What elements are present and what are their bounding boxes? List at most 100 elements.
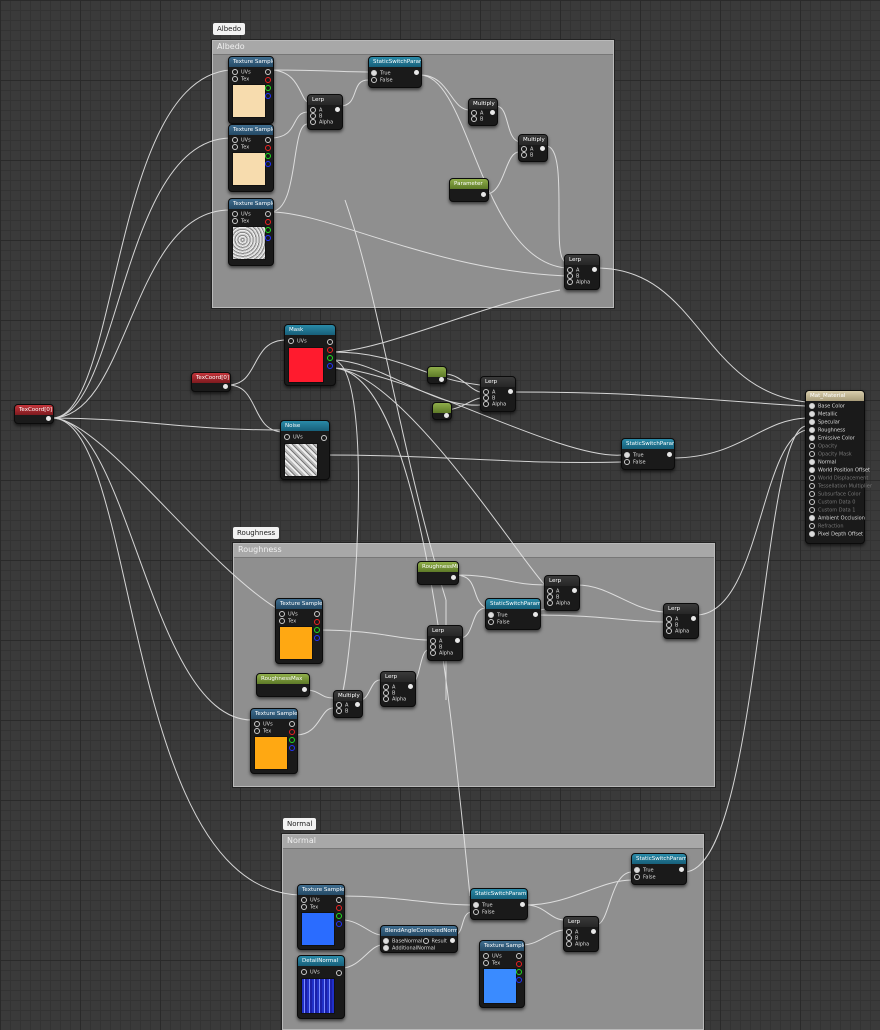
false-pin[interactable]: False xyxy=(634,874,656,881)
texcoord-output-pin[interactable] xyxy=(223,384,228,389)
alpha-pin[interactable]: Alpha xyxy=(567,279,590,286)
material-input-pin[interactable]: Opacity xyxy=(809,443,837,450)
material-input-pin[interactable]: Specular xyxy=(809,419,840,426)
rgb-output-pin[interactable] xyxy=(265,69,271,75)
tex-pin[interactable]: Tex xyxy=(279,618,296,625)
param-node-small-1[interactable] xyxy=(427,366,447,384)
albedo-static-switch-node[interactable]: StaticSwitchParam True False xyxy=(368,56,422,88)
rgb-output-pin[interactable] xyxy=(314,611,320,617)
normal-static-switch-node-1[interactable]: StaticSwitchParam True False xyxy=(470,888,528,920)
true-pin[interactable]: True xyxy=(488,612,508,619)
true-pin[interactable]: True xyxy=(624,452,644,459)
red-output-pin[interactable] xyxy=(265,219,271,225)
green-output-pin[interactable] xyxy=(336,913,342,919)
tex-pin[interactable]: Tex xyxy=(483,960,500,967)
red-output-pin[interactable] xyxy=(336,905,342,911)
roughness-lerp-node-3[interactable]: Lerp A B Alpha xyxy=(380,671,416,707)
true-pin[interactable]: True xyxy=(473,902,493,909)
static-switch-output-pin[interactable] xyxy=(679,867,684,872)
param-output-pin[interactable] xyxy=(481,192,486,197)
red-output-pin[interactable] xyxy=(516,961,522,967)
false-pin[interactable]: False xyxy=(473,909,495,916)
alpha-pin[interactable]: Alpha xyxy=(666,628,689,635)
lerp-output-pin[interactable] xyxy=(508,389,513,394)
param-node-small-2[interactable] xyxy=(432,402,452,420)
red-output-pin[interactable] xyxy=(327,347,333,353)
uvs-pin[interactable]: UVs xyxy=(232,137,251,144)
blue-output-pin[interactable] xyxy=(314,635,320,641)
false-pin[interactable]: False xyxy=(488,619,510,626)
blue-output-pin[interactable] xyxy=(289,745,295,751)
uvs-pin[interactable]: UVs xyxy=(232,211,251,218)
material-input-pin[interactable]: Refraction xyxy=(809,523,844,530)
param-output-pin[interactable] xyxy=(302,687,307,692)
material-input-pin[interactable]: Base Color xyxy=(809,403,845,410)
tex-pin[interactable]: Tex xyxy=(232,144,249,151)
blue-output-pin[interactable] xyxy=(265,161,271,167)
alpha-pin[interactable]: Alpha xyxy=(547,600,570,607)
material-result-node[interactable]: Mat_Material Base Color Metallic Specular R… xyxy=(805,390,872,544)
rgb-output-pin[interactable] xyxy=(516,953,522,959)
b-pin[interactable]: B xyxy=(471,116,483,123)
alpha-pin[interactable]: Alpha xyxy=(430,650,453,657)
rgb-output-pin[interactable] xyxy=(321,435,327,441)
normal-static-switch-node-2[interactable]: StaticSwitchParam True False xyxy=(631,853,687,885)
albedo-texture-sample-2[interactable]: Texture Sample UVs Tex xyxy=(228,124,274,192)
material-input-pin[interactable]: Emissive Color xyxy=(809,435,855,442)
material-input-pin[interactable]: Metallic xyxy=(809,411,837,418)
roughness-static-switch-node[interactable]: StaticSwitchParam True False xyxy=(485,598,541,630)
green-output-pin[interactable] xyxy=(516,969,522,975)
blend-normals-node[interactable]: BlendAngleCorrectedNormals BaseNormal Ad… xyxy=(380,925,458,953)
b-pin[interactable]: B xyxy=(521,152,533,159)
roughness-multiply-node[interactable]: Multiply A B xyxy=(333,690,363,718)
green-output-pin[interactable] xyxy=(265,227,271,233)
tex-pin[interactable]: Tex xyxy=(232,218,249,225)
rgb-output-pin[interactable] xyxy=(265,211,271,217)
static-switch-output-pin[interactable] xyxy=(520,902,525,907)
uvs-pin[interactable]: UVs xyxy=(483,953,502,960)
roughness-param-node-1[interactable]: RoughnessMin xyxy=(417,561,459,585)
material-input-pin[interactable]: Normal xyxy=(809,459,836,466)
roughness-lerp-node-2[interactable]: Lerp A B Alpha xyxy=(544,575,580,611)
albedo-lerp-node[interactable]: Lerp A B Alpha xyxy=(307,94,343,130)
red-output-pin[interactable] xyxy=(265,77,271,83)
blend-output-pin[interactable] xyxy=(450,938,455,943)
true-pin[interactable]: True xyxy=(371,70,391,77)
material-input-pin[interactable]: Subsurface Color xyxy=(809,491,861,498)
param-output-pin[interactable] xyxy=(439,377,444,382)
uvs-pin[interactable]: UVs xyxy=(288,338,307,345)
lerp-output-pin[interactable] xyxy=(408,684,413,689)
multiply-output-pin[interactable] xyxy=(355,702,360,707)
static-switch-output-pin[interactable] xyxy=(533,612,538,617)
static-switch-output-pin[interactable] xyxy=(667,452,672,457)
material-input-pin[interactable]: Ambient Occlusion xyxy=(809,515,865,522)
result-pin[interactable]: Result xyxy=(423,938,447,945)
uvs-pin[interactable]: UVs xyxy=(301,969,320,976)
material-input-pin[interactable]: World Displacement xyxy=(809,475,868,482)
albedo-multiply-node-2[interactable]: Multiply A B xyxy=(518,134,548,162)
uvs-pin[interactable]: UVs xyxy=(301,897,320,904)
lerp-output-pin[interactable] xyxy=(591,929,596,934)
normal-lerp-node[interactable]: Lerp A B Alpha xyxy=(563,916,599,952)
blue-output-pin[interactable] xyxy=(336,921,342,927)
green-output-pin[interactable] xyxy=(314,627,320,633)
lerp-output-pin[interactable] xyxy=(335,107,340,112)
roughness-texture-sample-2[interactable]: Texture Sample UVs Tex xyxy=(250,708,298,774)
green-output-pin[interactable] xyxy=(265,153,271,159)
red-output-pin[interactable] xyxy=(289,729,295,735)
material-input-pin[interactable]: Opacity Mask xyxy=(809,451,852,458)
alpha-pin[interactable]: Alpha xyxy=(383,696,406,703)
green-output-pin[interactable] xyxy=(289,737,295,743)
alpha-pin[interactable]: Alpha xyxy=(483,401,506,408)
texcoord-output-pin[interactable] xyxy=(46,416,51,421)
blue-output-pin[interactable] xyxy=(265,93,271,99)
uvs-pin[interactable]: UVs xyxy=(284,434,303,441)
roughness-param-node-2[interactable]: RoughnessMax xyxy=(256,673,310,697)
lerp-output-pin[interactable] xyxy=(455,638,460,643)
lerp-output-pin[interactable] xyxy=(572,588,577,593)
material-input-pin[interactable]: Pixel Depth Offset xyxy=(809,531,863,538)
false-pin[interactable]: False xyxy=(624,459,646,466)
material-input-pin[interactable]: Custom Data 1 xyxy=(809,507,855,514)
green-output-pin[interactable] xyxy=(265,85,271,91)
uvs-pin[interactable]: UVs xyxy=(232,69,251,76)
